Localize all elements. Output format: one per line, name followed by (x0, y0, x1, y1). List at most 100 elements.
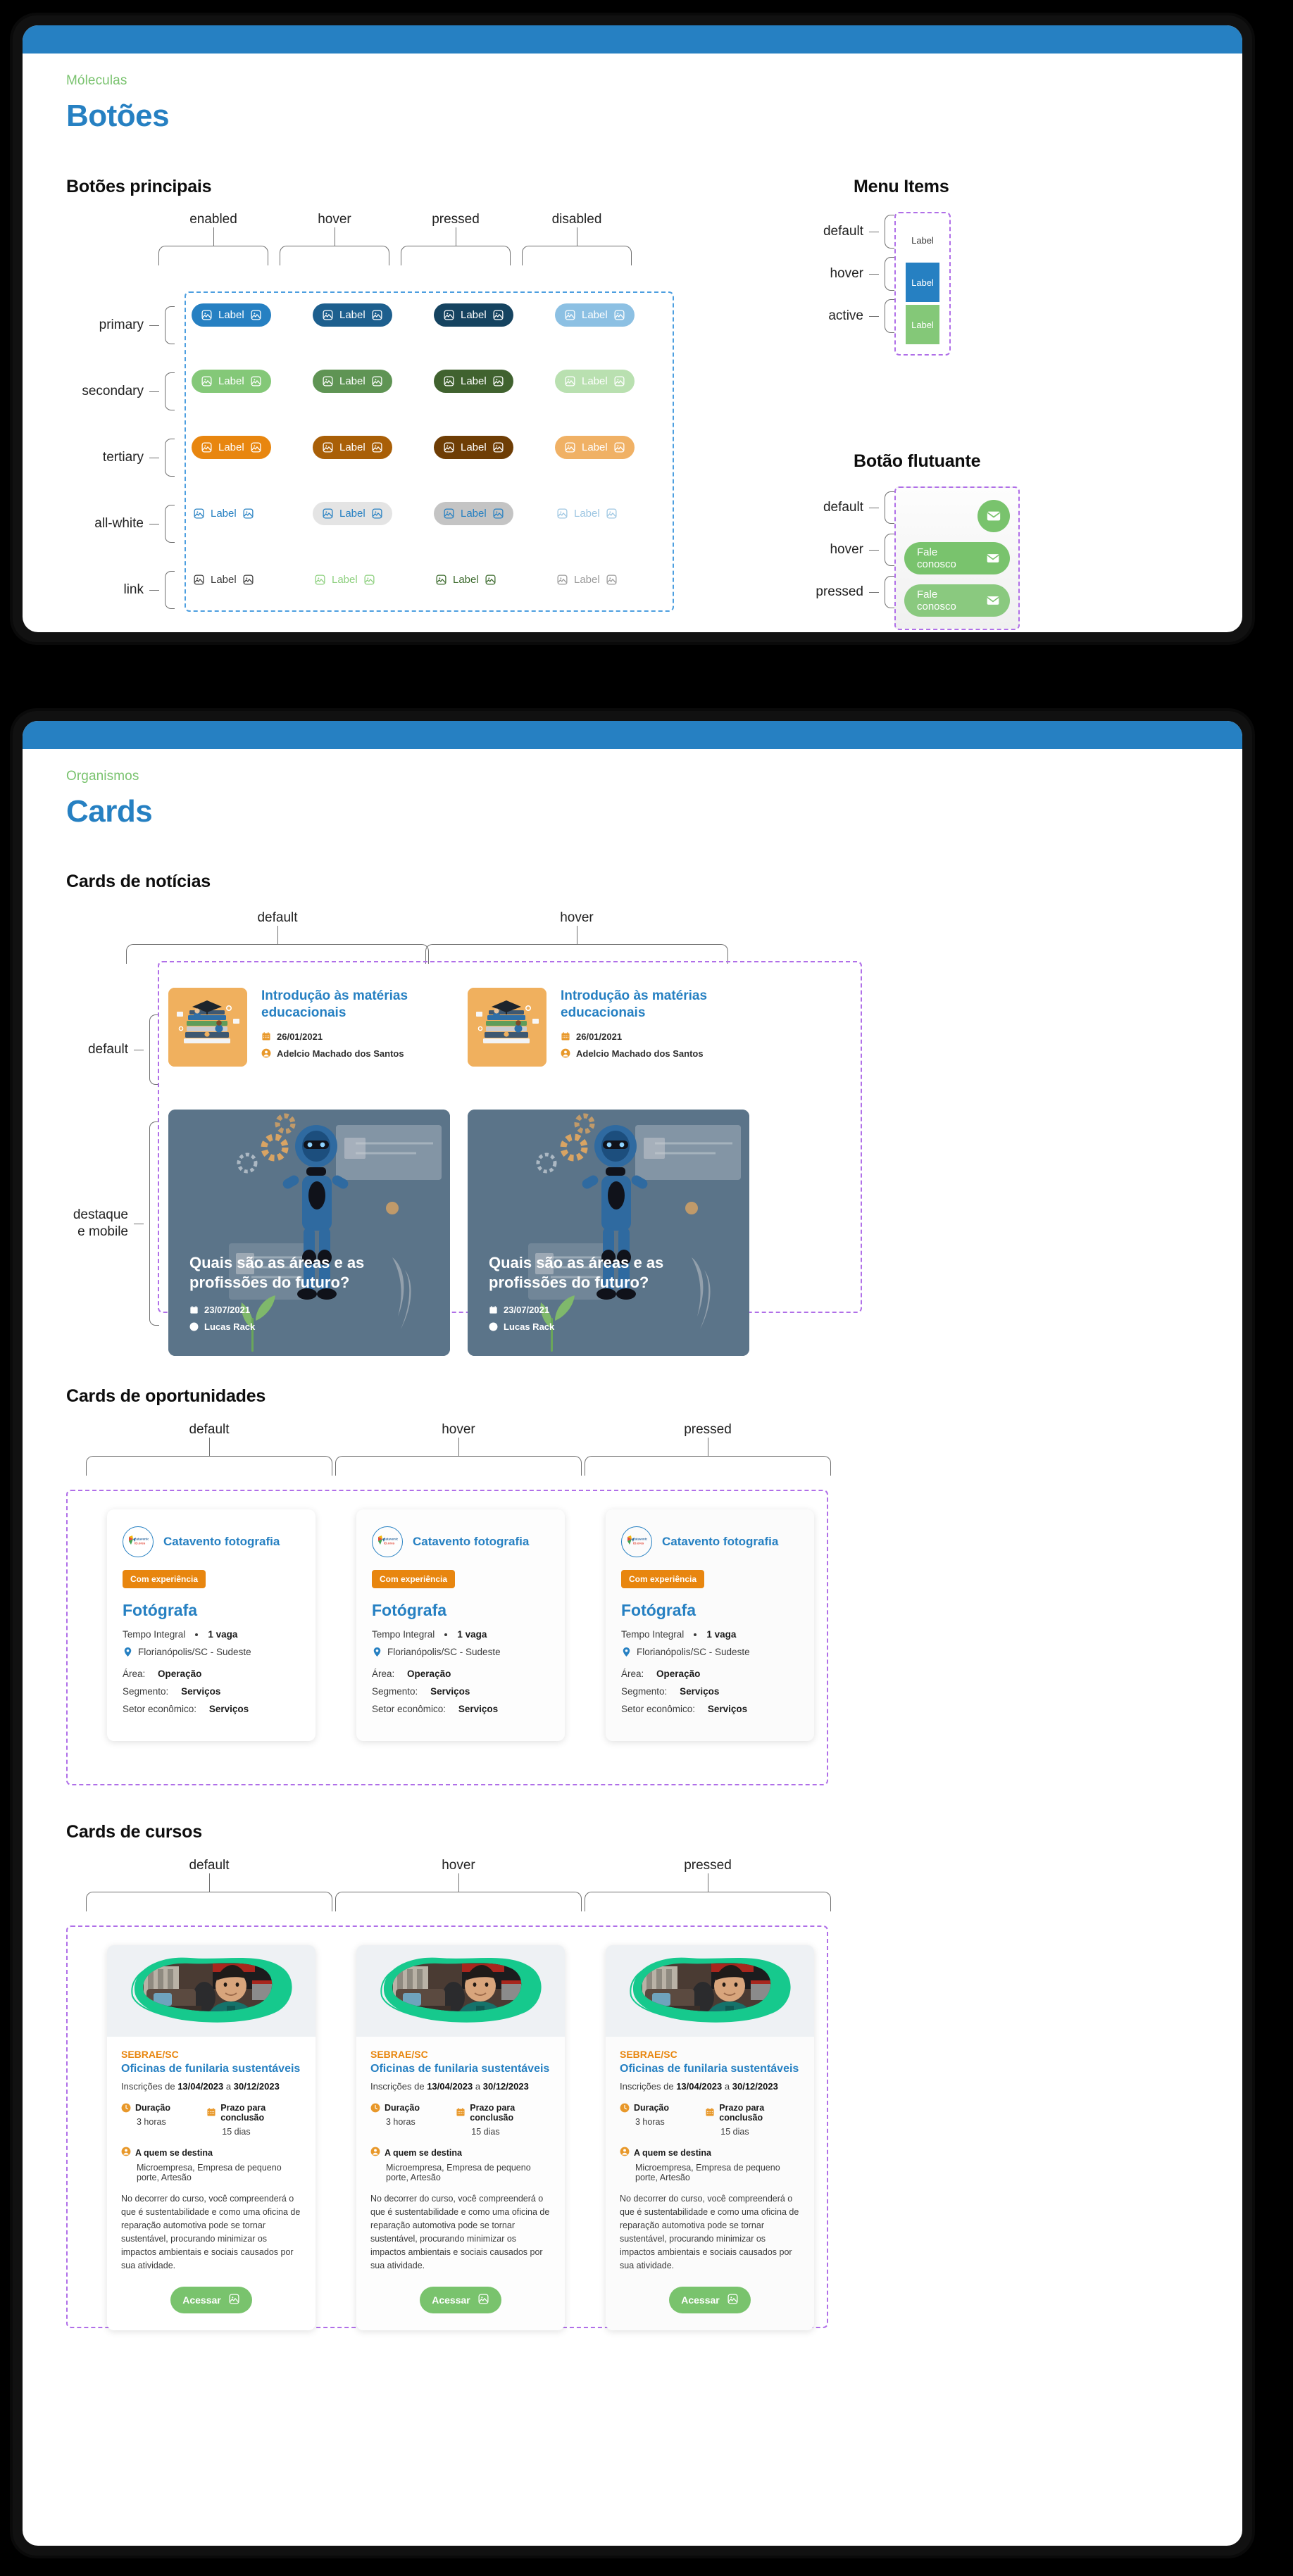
deadline-value: 15 dias (222, 2127, 251, 2137)
news-card-hover[interactable]: Introdução às matérias educacionais 26/0… (468, 988, 749, 1067)
course-card-default[interactable]: SEBRAE/SC Oficinas de funilaria sustentá… (107, 1945, 316, 2330)
opportunity-header: catavento iD.ores Catavento fotografia (372, 1526, 549, 1557)
news-card-default[interactable]: Introdução às matérias educacionais 26/0… (168, 988, 450, 1067)
bracket-top (585, 1456, 831, 1476)
field-label: Setor econômico: (621, 1704, 696, 1714)
button-primary-hover[interactable]: Label (313, 303, 392, 327)
image-icon (314, 574, 326, 586)
button-link-disabled[interactable]: Label (555, 568, 619, 591)
vacancies: 1 vaga (208, 1629, 238, 1640)
column-group-enabled: enabled (158, 212, 268, 265)
button-all-white-pressed[interactable]: Label (434, 502, 513, 525)
news-highlight-date-text: 23/07/2021 (504, 1305, 550, 1315)
button-label: Label (339, 375, 366, 387)
button-all-white-hover[interactable]: Label (313, 502, 392, 525)
opportunity-field-0: Área: Operação (372, 1669, 549, 1679)
experience-badge: Com experiência (123, 1570, 206, 1588)
button-primary-enabled[interactable]: Label (192, 303, 271, 327)
button-tertiary-pressed[interactable]: Label (434, 436, 513, 459)
button-label: Label (339, 508, 366, 520)
button-cell-tertiary-hover: Label (313, 436, 392, 459)
news-row-default: default (66, 1014, 161, 1085)
audience-value: Microempresa, Empresa de pequeno porte, … (386, 2163, 531, 2182)
news-author: Adelcio Machado dos Santos (261, 1048, 450, 1059)
course-card-hover[interactable]: SEBRAE/SC Oficinas de funilaria sustentá… (356, 1945, 565, 2330)
button-secondary-hover[interactable]: Label (313, 370, 392, 393)
fab-pressed[interactable]: Fale conosco (904, 584, 1010, 617)
button-secondary-pressed[interactable]: Label (434, 370, 513, 393)
section-title-cards-cursos: Cards de cursos (66, 1822, 202, 1842)
column-group-hover: hover (280, 212, 389, 265)
acessar-button[interactable]: Acessar (170, 2287, 252, 2313)
button-label: Label (218, 375, 244, 387)
button-primary-pressed[interactable]: Label (434, 303, 513, 327)
field-label: Segmento: (123, 1686, 169, 1697)
news-highlight-card-hover[interactable]: Quais são as áreas e as profissões do fu… (468, 1110, 749, 1356)
button-tertiary-enabled[interactable]: Label (192, 436, 271, 459)
column-label: default (257, 910, 298, 925)
row-label: primary (99, 318, 144, 333)
news-highlight-date-text: 23/07/2021 (204, 1305, 251, 1315)
bracket-top (401, 246, 511, 265)
bracket-top (280, 246, 389, 265)
deadline-value: 15 dias (720, 2127, 749, 2137)
menu-item-active[interactable]: Label (906, 305, 939, 344)
course-card-pressed[interactable]: SEBRAE/SC Oficinas de funilaria sustentá… (606, 1945, 814, 2330)
row-label: destaque e mobile (73, 1207, 128, 1239)
opportunity-card-default[interactable]: catavento iD.ores Catavento fotografia C… (107, 1509, 316, 1741)
bracket-top (86, 1456, 332, 1476)
row-label: link (123, 582, 144, 598)
bracket-stem (277, 926, 278, 944)
image-icon (435, 574, 447, 586)
button-label: Label (339, 309, 366, 321)
image-icon (477, 2293, 489, 2307)
image-icon (492, 375, 504, 387)
map-pin-icon (621, 1647, 632, 1657)
row-group-primary: primary (66, 306, 179, 344)
bracket-top (335, 1456, 582, 1476)
button-link-enabled[interactable]: Label (192, 568, 256, 591)
column-label: pressed (684, 1422, 732, 1437)
button-cell-tertiary-enabled: Label (192, 436, 271, 459)
company-logo: catavento iD.ores (621, 1526, 652, 1557)
row-group-all-white: all-white (66, 505, 179, 543)
fab-default[interactable] (977, 500, 1010, 532)
image-icon (371, 508, 383, 520)
bracket-left (885, 576, 894, 608)
button-all-white-enabled[interactable]: Label (192, 502, 256, 525)
row-group-link: link (66, 571, 179, 609)
button-tertiary-disabled[interactable]: Label (555, 436, 635, 459)
acessar-button[interactable]: Acessar (669, 2287, 751, 2313)
button-cell-primary-hover: Label (313, 303, 392, 327)
page-title-cards: Cards (66, 794, 153, 829)
fab-hover[interactable]: Fale conosco (904, 542, 1010, 574)
user-icon (189, 1322, 199, 1331)
opportunity-card-pressed[interactable]: catavento iD.ores Catavento fotografia C… (606, 1509, 814, 1741)
course-column-default: default (86, 1858, 332, 1911)
button-all-white-disabled[interactable]: Label (555, 502, 619, 525)
opportunity-card-hover[interactable]: catavento iD.ores Catavento fotografia C… (356, 1509, 565, 1741)
button-link-hover[interactable]: Label (313, 568, 377, 591)
bracket-tick (869, 549, 879, 551)
opportunity-contract: Tempo Integral 1 vaga (123, 1629, 300, 1640)
button-link-pressed[interactable]: Label (434, 568, 498, 591)
image-icon (443, 508, 455, 520)
field-label: Setor econômico: (123, 1704, 197, 1714)
acessar-button[interactable]: Acessar (420, 2287, 501, 2313)
opp-column-hover: hover (335, 1422, 582, 1476)
menu-item-hover[interactable]: Label (906, 263, 939, 302)
menu-item-default[interactable]: Label (906, 220, 939, 260)
news-highlight-card-default[interactable]: Quais são as áreas e as profissões do fu… (168, 1110, 450, 1356)
button-primary-disabled[interactable]: Label (555, 303, 635, 327)
field-value: Serviços (430, 1686, 470, 1697)
button-secondary-disabled[interactable]: Label (555, 370, 635, 393)
envelope-icon (986, 593, 1000, 608)
button-cell-all-white-pressed: Label (434, 502, 513, 525)
bracket-stem (458, 1438, 459, 1456)
row-label: default (823, 500, 863, 515)
button-tertiary-hover[interactable]: Label (313, 436, 392, 459)
envelope-icon (986, 551, 1000, 565)
column-label: enabled (189, 212, 237, 227)
button-secondary-enabled[interactable]: Label (192, 370, 271, 393)
bracket-top (335, 1892, 582, 1911)
